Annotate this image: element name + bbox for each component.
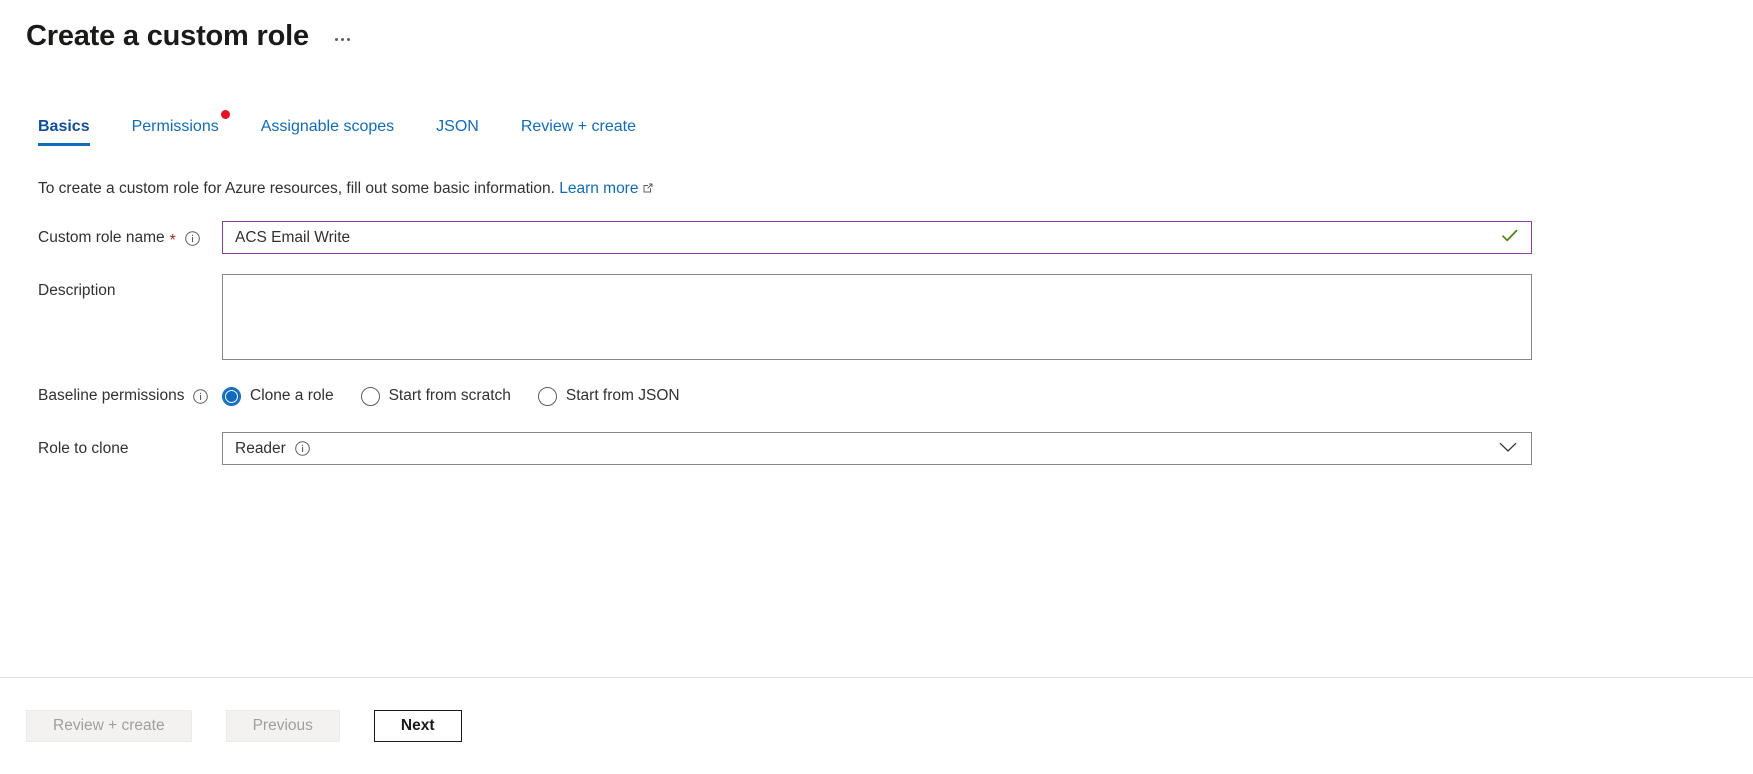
baseline-permissions-label: Baseline permissions (38, 387, 185, 404)
page-title: Create a custom role (26, 20, 309, 52)
role-to-clone-info-icon[interactable] (295, 441, 310, 456)
role-to-clone-label-group: Role to clone (0, 432, 222, 466)
tab-permissions[interactable]: Permissions (131, 110, 230, 146)
radio-circle-icon (537, 386, 557, 406)
intro-text: To create a custom role for Azure resour… (38, 179, 1753, 200)
tab-assignable-scopes[interactable]: Assignable scopes (261, 116, 394, 146)
description-label-group: Description (0, 274, 222, 308)
role-name-value: ACS Email Write (235, 228, 351, 246)
description-label: Description (38, 282, 116, 299)
tab-json[interactable]: JSON (436, 116, 479, 146)
role-name-label: Custom role name (38, 229, 165, 246)
radio-clone-a-role[interactable]: Clone a role (222, 386, 334, 406)
tab-basics[interactable]: Basics (38, 116, 90, 146)
tab-json-label: JSON (436, 118, 479, 135)
wizard-tabs: Basics Permissions Assignable scopes JSO… (38, 110, 1753, 146)
ellipsis-dot (346, 37, 350, 41)
learn-more-link[interactable]: Learn more (559, 180, 638, 197)
description-textarea[interactable] (222, 274, 1532, 360)
radio-start-from-scratch[interactable]: Start from scratch (360, 386, 511, 406)
alert-dot-icon (220, 110, 230, 119)
review-create-button[interactable]: Review + create (26, 710, 192, 742)
baseline-permissions-info-icon[interactable] (193, 388, 209, 404)
form-row-role-to-clone: Role to clone Reader (0, 432, 1753, 466)
baseline-permissions-radio-group: Clone a role Start from scratch Start fr… (222, 379, 1532, 413)
radio-clone-a-role-label: Clone a role (250, 387, 334, 404)
role-to-clone-value-group: Reader (235, 440, 310, 458)
form-row-role-name: Custom role name * ACS Email Write (0, 221, 1753, 255)
baseline-permissions-label-group: Baseline permissions (0, 379, 222, 413)
role-name-label-group: Custom role name * (0, 221, 222, 255)
wizard-footer: Review + create Previous Next (0, 678, 1753, 774)
tab-review-create[interactable]: Review + create (521, 116, 636, 146)
radio-start-from-json-label: Start from JSON (565, 387, 680, 404)
external-link-icon (642, 180, 654, 200)
radio-start-from-json[interactable]: Start from JSON (537, 386, 680, 406)
radio-circle-icon (222, 386, 241, 406)
ellipsis-dot (334, 37, 338, 41)
tab-review-create-label: Review + create (520, 118, 636, 135)
role-to-clone-label: Role to clone (38, 440, 129, 457)
ellipsis-dot (340, 37, 344, 41)
baseline-permissions-field-area: Clone a role Start from scratch Start fr… (222, 379, 1532, 413)
tab-permissions-label: Permissions (131, 118, 219, 135)
learn-more-label: Learn more (559, 180, 639, 197)
role-name-info-icon[interactable] (185, 230, 200, 246)
form-row-baseline-permissions: Baseline permissions Clone a role Start … (0, 379, 1753, 413)
basics-form: Custom role name * ACS Email Write Descr… (0, 221, 1753, 466)
radio-start-from-scratch-label: Start from scratch (388, 387, 511, 404)
description-field-area (222, 274, 1532, 360)
page-header: Create a custom role (0, 0, 1753, 54)
tab-assignable-scopes-label: Assignable scopes (260, 118, 395, 135)
role-to-clone-field-area: Reader (222, 432, 1532, 465)
role-name-input[interactable]: ACS Email Write (222, 221, 1532, 254)
role-to-clone-dropdown[interactable]: Reader (222, 432, 1532, 465)
more-options-ellipsis-icon[interactable] (331, 32, 354, 47)
required-marker: * (169, 232, 176, 249)
next-button[interactable]: Next (373, 710, 462, 742)
radio-circle-icon (360, 386, 380, 406)
previous-button[interactable]: Previous (225, 710, 340, 742)
checkmark-icon (1501, 228, 1519, 247)
role-to-clone-value: Reader (235, 439, 286, 457)
chevron-down-icon (1499, 440, 1517, 458)
form-row-description: Description (0, 274, 1753, 360)
intro-description: To create a custom role for Azure resour… (38, 180, 555, 197)
tab-basics-label: Basics (38, 118, 90, 135)
role-name-field-area: ACS Email Write (222, 221, 1532, 254)
